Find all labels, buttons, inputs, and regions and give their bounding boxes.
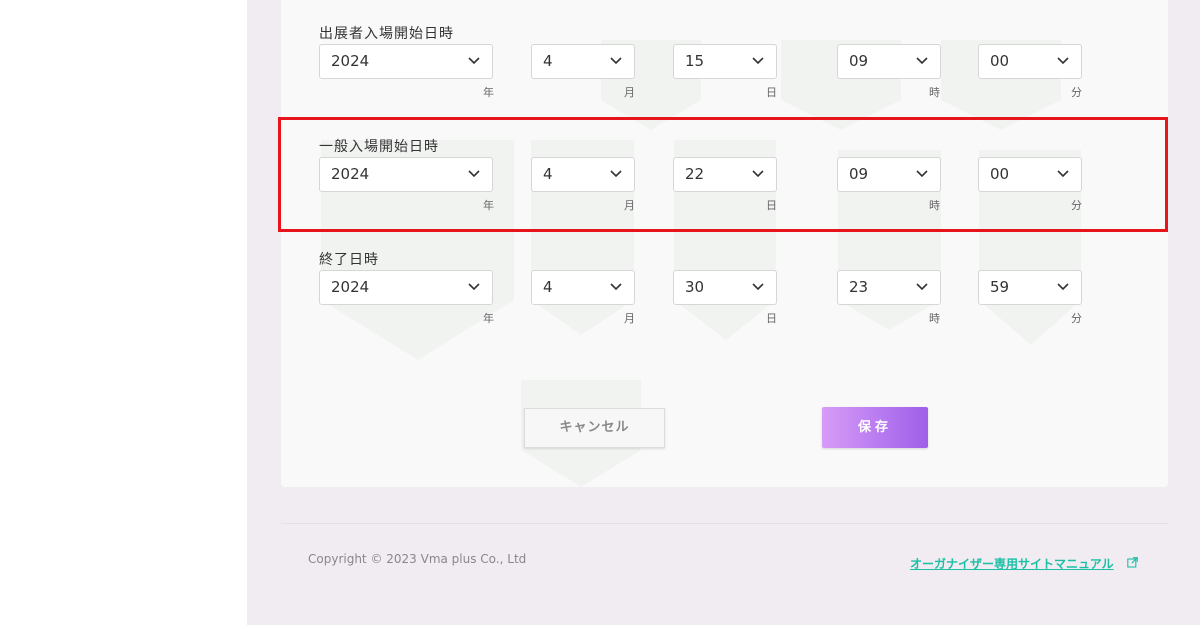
minute-value: 59 [990,278,1010,296]
hour-select[interactable]: 23 [837,270,941,305]
day-unit: 日 [766,312,777,325]
chevron-down-icon [752,57,764,65]
month-unit: 月 [624,86,635,99]
cancel-button[interactable]: キャンセル [524,408,665,448]
day-unit: 日 [766,86,777,99]
month-select[interactable]: 4 [531,270,635,305]
footer-divider [281,523,1168,524]
section-label: 終了日時 [319,252,379,268]
organizer-manual-link[interactable]: オーガナイザー専用サイトマニュアル [910,555,1114,572]
copyright-text: Copyright © 2023 Vma plus Co., Ltd [308,552,527,566]
settings-panel: 出展者入場開始日時 2024 年 4 月 15 日 09 時 00 分 一般入場… [281,0,1168,487]
chevron-down-icon [916,57,928,65]
year-unit: 年 [483,86,494,99]
external-link-icon[interactable] [1127,557,1138,568]
chevron-down-icon [1057,57,1069,65]
year-select[interactable]: 2024 [319,44,493,79]
hour-value: 09 [849,52,869,70]
chevron-down-icon [610,57,622,65]
highlight-frame [278,117,1168,232]
minute-select[interactable]: 00 [978,44,1082,79]
chevron-down-icon [752,283,764,291]
chevron-down-icon [916,283,928,291]
month-unit: 月 [624,312,635,325]
chevron-down-icon [468,57,480,65]
year-value: 2024 [331,278,370,296]
minute-select[interactable]: 59 [978,270,1082,305]
minute-value: 00 [990,52,1010,70]
save-button[interactable]: 保存 [822,407,928,448]
chevron-down-icon [468,283,480,291]
hour-unit: 時 [929,86,940,99]
section-label: 出展者入場開始日時 [319,26,454,42]
month-value: 4 [543,52,553,70]
year-value: 2024 [331,52,370,70]
hour-value: 23 [849,278,869,296]
day-select[interactable]: 15 [673,44,777,79]
year-unit: 年 [483,312,494,325]
minute-unit: 分 [1071,86,1082,99]
sidebar [0,0,247,625]
month-select[interactable]: 4 [531,44,635,79]
month-value: 4 [543,278,553,296]
minute-unit: 分 [1071,312,1082,325]
hour-select[interactable]: 09 [837,44,941,79]
year-select[interactable]: 2024 [319,270,493,305]
hour-unit: 時 [929,312,940,325]
day-value: 15 [685,52,705,70]
chevron-down-icon [1057,283,1069,291]
day-select[interactable]: 30 [673,270,777,305]
day-value: 30 [685,278,705,296]
chevron-down-icon [610,283,622,291]
